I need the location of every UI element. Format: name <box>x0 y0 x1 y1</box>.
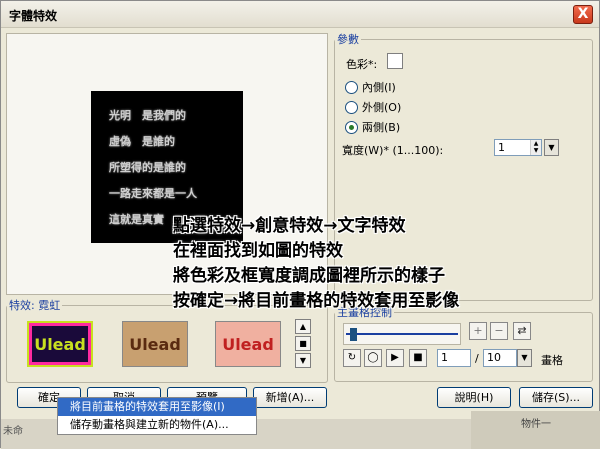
add-button[interactable]: 新增(A)... <box>253 387 327 408</box>
radio-inner-label: 內側(I) <box>362 81 396 94</box>
loop-icon: ↻ <box>347 352 357 363</box>
annotation-line: 按確定→將目前畫格的特效套用至影像 <box>173 291 460 311</box>
close-icon: X <box>577 6 589 22</box>
total-frames-dropdown[interactable]: ▼ <box>517 349 532 367</box>
dialog-window: 字體特效 X 光明 是我們的 虛偽 是誰的 所塑得的是誰的 一路走來都是一人 這… <box>0 0 600 449</box>
color-swatch[interactable] <box>387 53 403 69</box>
scroll-up-button[interactable]: ▲ <box>295 319 311 334</box>
plus-icon: + <box>473 324 483 337</box>
chevron-down-icon: ▼ <box>521 353 528 362</box>
preview-text-line: 一路走來都是一人 <box>109 187 197 200</box>
reverse-icon: ⇄ <box>517 324 527 337</box>
annotation-line: 點選特效→創意特效→文字特效 <box>173 216 406 236</box>
current-frame-input[interactable]: 1 <box>437 349 471 367</box>
menu-item-save-frame[interactable]: 儲存動畫格與建立新的物件(A)... <box>58 416 256 434</box>
frames-label: 畫格 <box>541 354 563 367</box>
radio-outer[interactable]: 外側(O) <box>345 99 401 115</box>
rewind-icon: ◯ <box>367 352 379 363</box>
width-dropdown-button[interactable]: ▼ <box>544 139 559 156</box>
annotation-line: 將色彩及框寬度調成圖裡所示的樣子 <box>173 266 445 286</box>
background-panel-text: 物件一 <box>521 419 551 430</box>
thumbnail-text: Ulead <box>129 334 181 354</box>
preview-text-line: 這就是真實 <box>109 213 164 226</box>
arrow-down-icon: ▼ <box>299 356 307 365</box>
play-icon: ▶ <box>391 352 399 363</box>
play-button[interactable]: ▶ <box>386 349 404 367</box>
title-bar: 字體特效 X <box>1 1 599 28</box>
loop-button[interactable]: ↻ <box>343 349 361 367</box>
add-frame-button[interactable]: + <box>469 322 487 340</box>
scroll-page-button[interactable]: ■ <box>295 336 311 351</box>
radio-both[interactable]: 兩側(B) <box>345 119 400 135</box>
rewind-button[interactable]: ◯ <box>364 349 382 367</box>
color-label: 色彩*: <box>346 58 378 71</box>
background-tab: 未命 <box>3 426 23 437</box>
preview-text-line: 所塑得的是誰的 <box>109 161 186 174</box>
effect-thumbnail-marble[interactable]: Ulead <box>215 321 281 367</box>
menu-item-apply-effect[interactable]: 將目前畫格的特效套用至影像(I) <box>58 398 256 416</box>
thumbnail-text: Ulead <box>222 334 274 354</box>
stop-button[interactable]: ■ <box>409 349 427 367</box>
close-button[interactable]: X <box>573 5 593 24</box>
radio-outer-label: 外側(O) <box>362 101 402 114</box>
save-button[interactable]: 儲存(S)... <box>519 387 593 408</box>
total-frames-value: 10 <box>487 351 501 364</box>
effects-legend: 特效: 霓虹 <box>9 299 61 312</box>
slider-track <box>346 333 458 335</box>
width-label: 寬度(W)* (1...100): <box>342 144 444 157</box>
width-spinner[interactable]: 1 ▲ ▼ <box>494 139 542 156</box>
radio-checked-icon <box>345 120 358 134</box>
preview-text-line: 光明 是我們的 <box>109 109 186 122</box>
scroll-down-button[interactable]: ▼ <box>295 353 311 368</box>
remove-frame-button[interactable]: − <box>490 322 508 340</box>
bar-icon: ■ <box>299 339 307 348</box>
help-button[interactable]: 說明(H) <box>437 387 511 408</box>
stop-icon: ■ <box>413 352 423 363</box>
effect-thumbnail-neon[interactable]: Ulead <box>27 321 93 367</box>
background-panel: 物件一 <box>471 411 600 449</box>
chevron-down-icon: ▼ <box>548 143 555 152</box>
radio-both-label: 兩側(B) <box>362 121 401 134</box>
total-frames-input[interactable]: 10 <box>483 349 517 367</box>
current-frame-value: 1 <box>441 351 448 364</box>
radio-icon <box>345 80 358 94</box>
window-title: 字體特效 <box>9 9 58 23</box>
annotation-line: 在裡面找到如圖的特效 <box>173 241 343 261</box>
preview-text-line: 虛偽 是誰的 <box>109 135 175 148</box>
frame-slider[interactable] <box>343 323 461 345</box>
radio-inner[interactable]: 內側(I) <box>345 79 396 95</box>
reverse-button[interactable]: ⇄ <box>513 322 531 340</box>
spinner-arrows-icon[interactable]: ▲ ▼ <box>530 140 541 155</box>
thumbnail-text: Ulead <box>34 334 86 354</box>
params-legend: 參數 <box>337 33 359 46</box>
radio-icon <box>345 100 358 114</box>
slider-handle[interactable] <box>350 328 357 341</box>
width-value: 1 <box>498 141 505 154</box>
arrow-up-icon: ▲ <box>299 322 307 331</box>
frame-separator: / <box>475 352 479 365</box>
effect-thumbnail-stone[interactable]: Ulead <box>122 321 188 367</box>
minus-icon: − <box>494 324 504 337</box>
ok-dropdown-menu: 將目前畫格的特效套用至影像(I) 儲存動畫格與建立新的物件(A)... <box>57 397 257 435</box>
